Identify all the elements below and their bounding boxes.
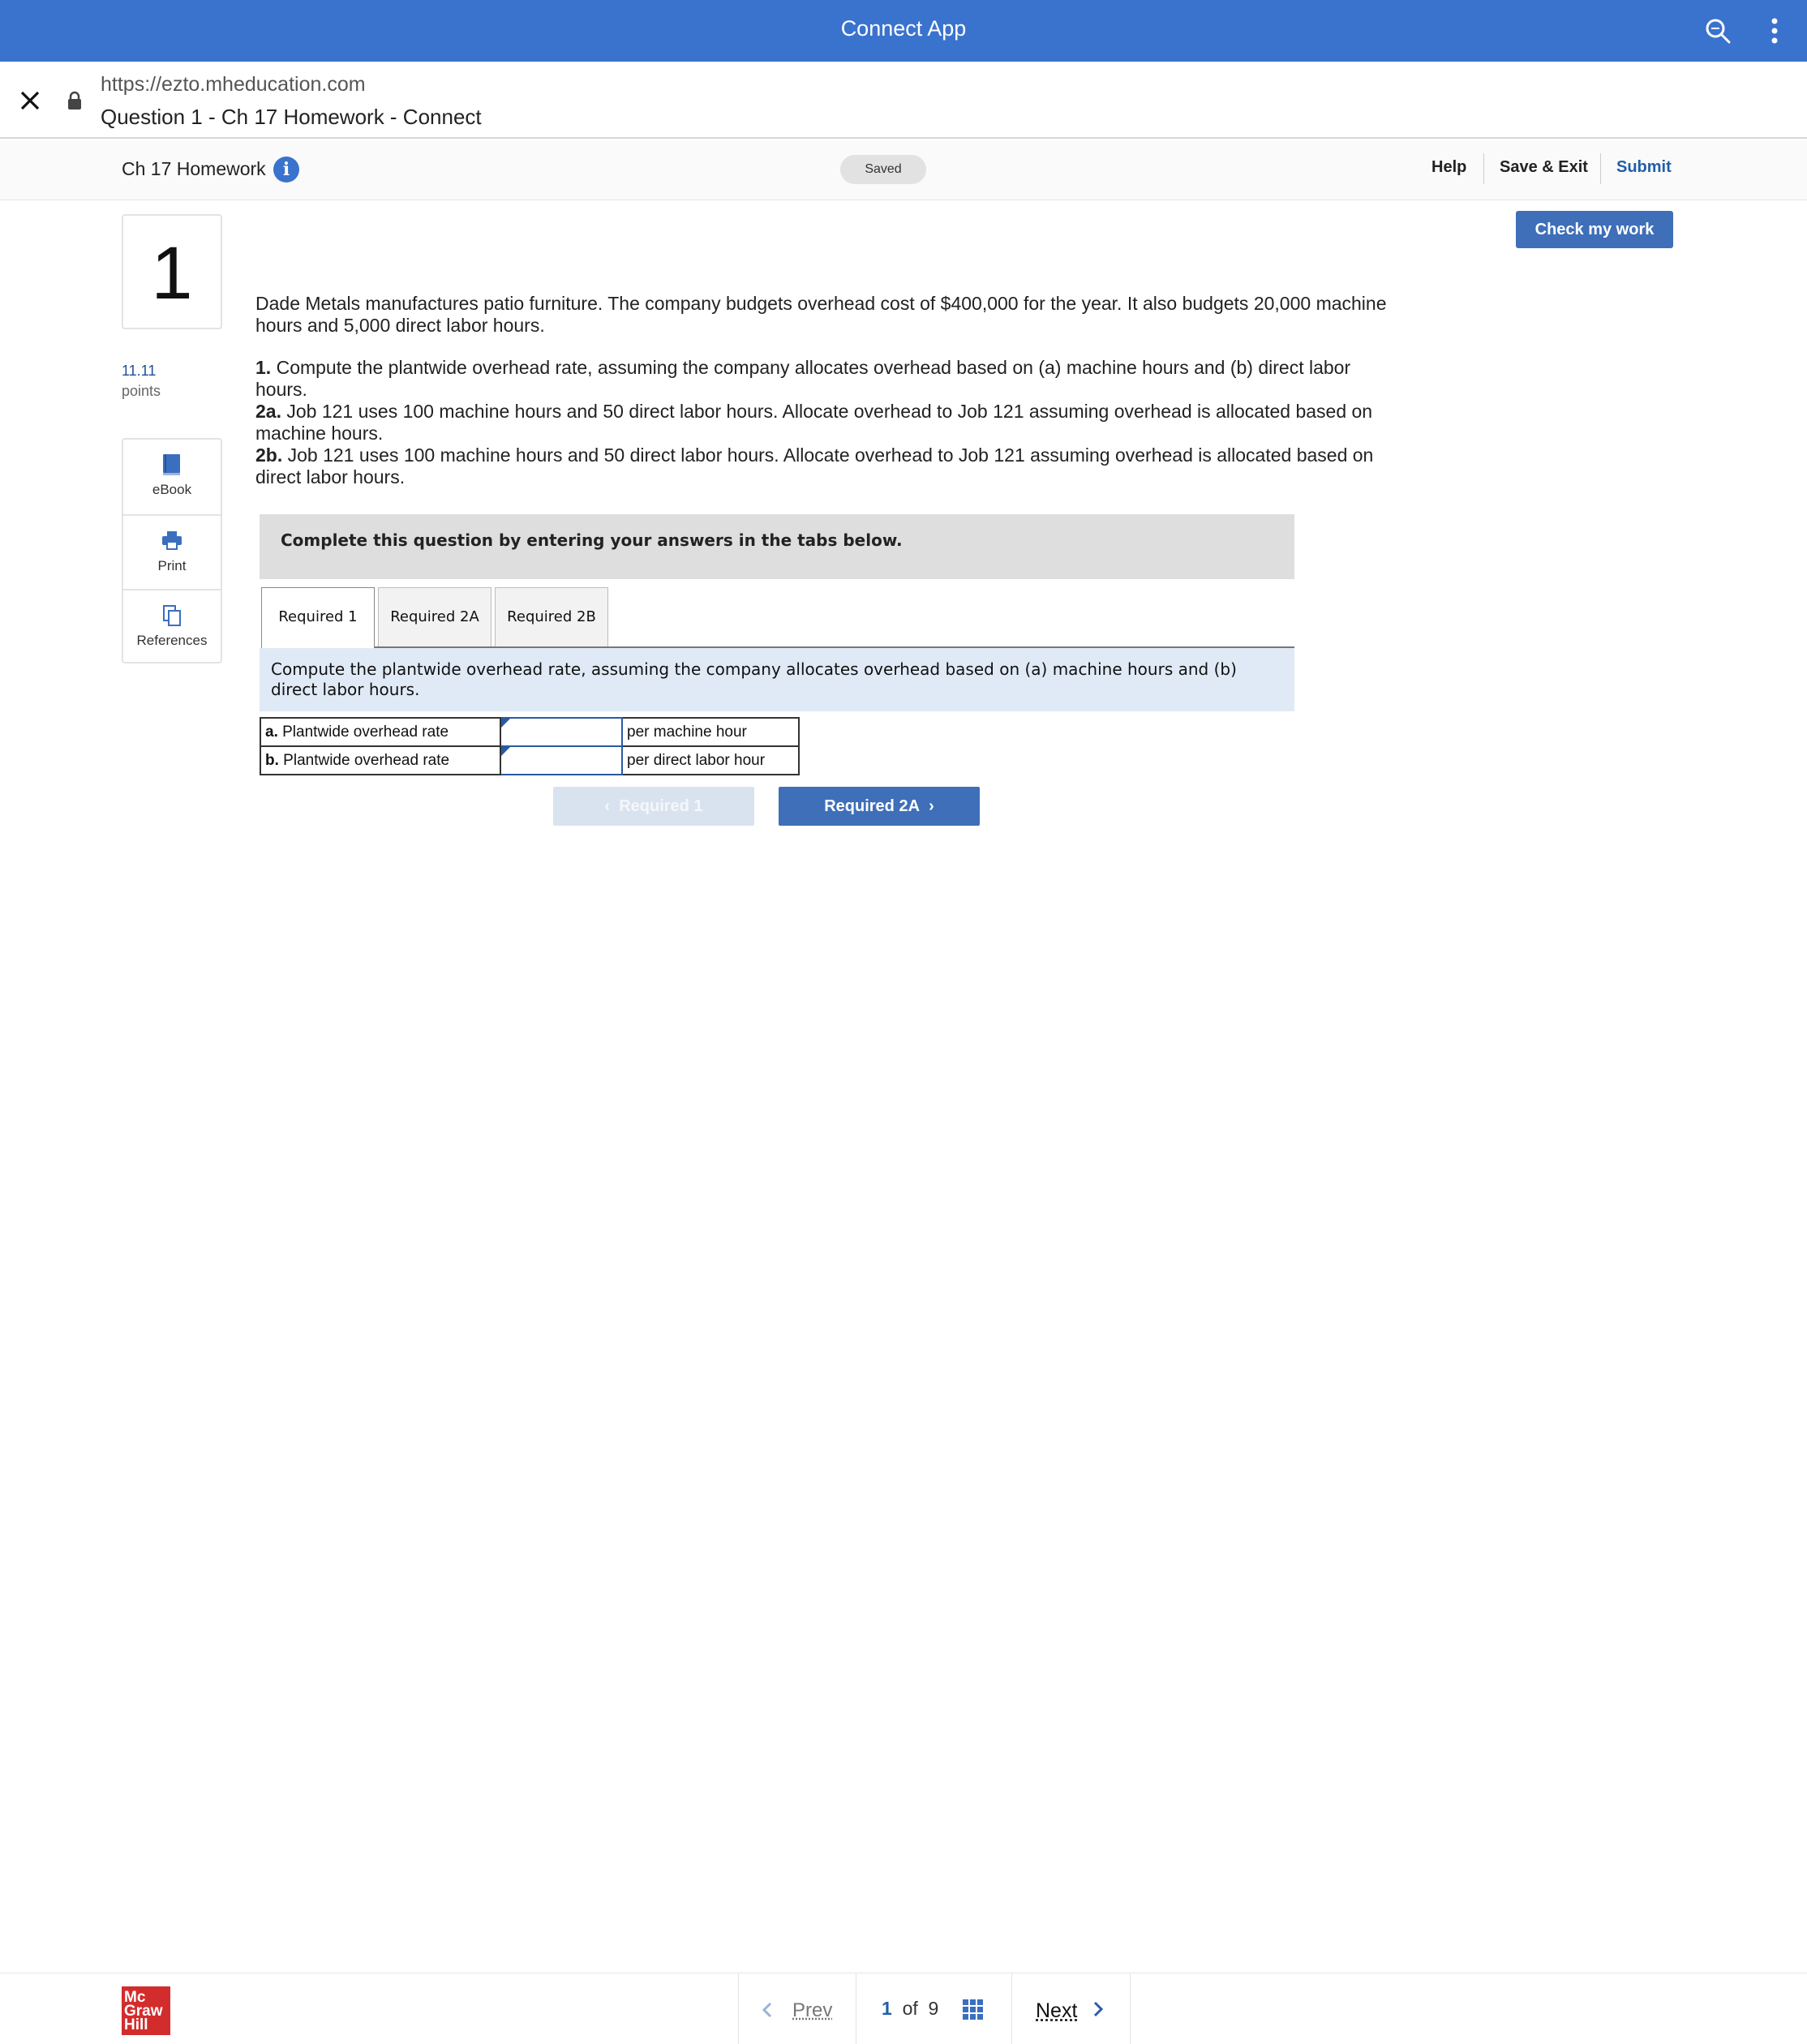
tab-required-2b[interactable]: Required 2B <box>495 587 608 647</box>
next-question-link[interactable]: Next <box>1036 1999 1077 2023</box>
lock-icon <box>68 91 81 110</box>
footer: Mc Graw Hill Prev 1 of 9 Next <box>0 1973 1807 2044</box>
requirement-2a-label: 2a. <box>255 401 281 422</box>
chevron-left-icon[interactable] <box>762 2001 773 2019</box>
previous-requirement-button[interactable]: ‹ Required 1 <box>553 787 754 826</box>
header-divider <box>1600 153 1601 184</box>
grid-icon[interactable] <box>963 1999 984 2020</box>
print-label: Print <box>157 558 187 573</box>
answer-row-prefix: a. <box>265 723 278 741</box>
answer-input-cell <box>500 717 623 747</box>
printer-icon <box>162 531 182 550</box>
prev-question-link[interactable]: Prev <box>792 1999 832 2022</box>
save-exit-button[interactable]: Save & Exit <box>1500 158 1588 177</box>
references-label: References <box>136 633 208 648</box>
question-intro: Dade Metals manufactures patio furniture… <box>255 293 1387 336</box>
search-icon[interactable] <box>1705 18 1731 44</box>
saved-status-badge: Saved <box>840 155 926 184</box>
book-icon <box>163 454 180 475</box>
question-number: 1 <box>122 214 222 329</box>
answer-row-unit: per machine hour <box>621 717 800 747</box>
requirement-1-text: Compute the plantwide overhead rate, ass… <box>255 357 1351 400</box>
points-value: 11.11 <box>122 363 157 379</box>
browser-bar: https://ezto.mheducation.com Question 1 … <box>0 62 1807 139</box>
chevron-right-icon: › <box>920 797 934 815</box>
answer-table: a. Plantwide overhead rate per machine h… <box>260 717 800 775</box>
instruction-box: Complete this question by entering your … <box>260 514 1294 579</box>
question-pager: Prev 1 of 9 Next <box>738 1973 1131 2044</box>
requirement-2b-label: 2b. <box>255 444 283 466</box>
input-flag-icon <box>501 719 510 728</box>
assignment-name: Ch 17 Homework <box>122 158 266 179</box>
answer-row-label: b. Plantwide overhead rate <box>260 745 501 775</box>
requirement-1-label: 1. <box>255 357 272 378</box>
browser-url: https://ezto.mheducation.com <box>101 73 366 96</box>
chevron-left-icon: ‹ <box>604 797 620 815</box>
requirement-2b: 2b. Job 121 uses 100 machine hours and 5… <box>255 444 1399 488</box>
previous-requirement-label: Required 1 <box>619 797 703 815</box>
submit-button[interactable]: Submit <box>1616 158 1672 177</box>
machine-hour-rate-input[interactable] <box>501 719 620 745</box>
app-bar: Connect App <box>0 0 1807 62</box>
tab-required-2a[interactable]: Required 2A <box>378 587 491 647</box>
requirement-2b-text: Job 121 uses 100 machine hours and 50 di… <box>255 444 1374 487</box>
help-link[interactable]: Help <box>1431 158 1466 177</box>
close-icon[interactable] <box>18 88 42 113</box>
answer-row-text: Plantwide overhead rate <box>278 751 450 769</box>
logo-line: Hill <box>124 2016 148 2033</box>
header-divider <box>1483 153 1484 184</box>
assignment-header: Ch 17 Homework i Saved Help Save & Exit … <box>0 140 1807 200</box>
points-label: points <box>122 383 161 399</box>
answer-row: b. Plantwide overhead rate per direct la… <box>260 745 800 775</box>
check-my-work-button[interactable]: Check my work <box>1516 211 1673 248</box>
next-requirement-button[interactable]: Required 2A › <box>779 787 980 826</box>
print-button[interactable]: Print <box>123 514 221 589</box>
requirement-1: 1. Compute the plantwide overhead rate, … <box>255 357 1399 401</box>
page-indicator[interactable]: 1 of 9 <box>882 1998 938 2020</box>
ebook-label: eBook <box>152 482 192 497</box>
more-options-icon[interactable] <box>1765 16 1784 45</box>
chevron-right-icon[interactable] <box>1092 2000 1104 2018</box>
pager-divider <box>1011 1973 1012 2044</box>
mcgraw-hill-logo: Mc Graw Hill <box>122 1986 170 2035</box>
page-of: of <box>902 1998 918 2019</box>
copy-icon <box>163 605 181 626</box>
instruction-text: Complete this question by entering your … <box>281 530 903 550</box>
answer-input-cell <box>500 745 623 775</box>
info-icon[interactable]: i <box>273 157 299 182</box>
answer-row: a. Plantwide overhead rate per machine h… <box>260 717 800 747</box>
current-page: 1 <box>882 1998 892 2019</box>
tab-required-1[interactable]: Required 1 <box>261 587 375 649</box>
requirement-2a-text: Job 121 uses 100 machine hours and 50 di… <box>255 401 1373 444</box>
requirement-2a: 2a. Job 121 uses 100 machine hours and 5… <box>255 401 1399 444</box>
app-title: Connect App <box>840 16 967 41</box>
tools-panel: eBook Print References <box>122 438 222 663</box>
direct-labor-hour-rate-input[interactable] <box>501 748 620 773</box>
answer-row-label: a. Plantwide overhead rate <box>260 717 501 747</box>
answer-row-unit: per direct labor hour <box>621 745 800 775</box>
references-button[interactable]: References <box>123 589 221 663</box>
tab-instruction-text: Compute the plantwide overhead rate, ass… <box>271 659 1237 699</box>
tab-instruction-box: Compute the plantwide overhead rate, ass… <box>260 648 1294 711</box>
answer-row-prefix: b. <box>265 751 279 769</box>
next-requirement-label: Required 2A <box>824 797 921 815</box>
total-pages: 9 <box>928 1998 939 2019</box>
answer-row-text: Plantwide overhead rate <box>277 723 449 741</box>
input-flag-icon <box>501 747 510 756</box>
browser-page-title: Question 1 - Ch 17 Homework - Connect <box>101 105 482 129</box>
ebook-button[interactable]: eBook <box>123 440 221 514</box>
